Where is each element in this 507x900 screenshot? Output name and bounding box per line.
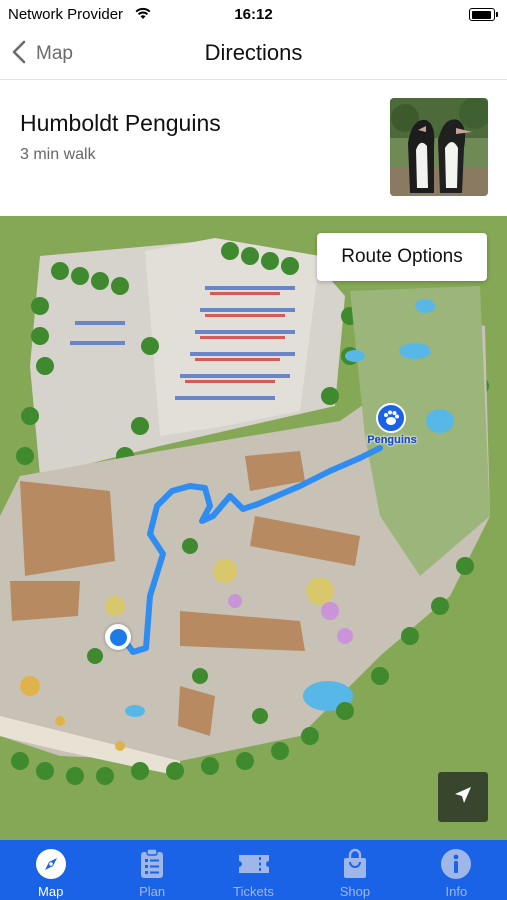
tab-label: Shop (339, 884, 371, 899)
penguins-photo (390, 98, 488, 196)
compass-icon (34, 847, 68, 881)
tab-label: Info (445, 884, 468, 899)
route-options-button[interactable]: Route Options (317, 233, 487, 281)
tab-bar: Map Plan Tickets Shop Info (0, 840, 507, 900)
location-arrow-icon (453, 785, 473, 810)
walk-time: 3 min walk (20, 146, 96, 163)
tab-label: Map (38, 884, 64, 899)
shopping-bag-icon (338, 847, 372, 881)
destination-marker-label: Penguins (367, 434, 417, 446)
battery-icon (469, 8, 498, 21)
paw-icon (376, 403, 406, 438)
tab-info[interactable]: Info (406, 840, 507, 900)
tab-plan[interactable]: Plan (101, 840, 202, 900)
tab-label: Tickets (233, 884, 274, 899)
user-location-dot (105, 624, 131, 650)
checklist-icon (135, 847, 169, 881)
status-time: 16:12 (234, 6, 273, 23)
tab-shop[interactable]: Shop (304, 840, 405, 900)
map-illustration (0, 216, 507, 840)
destination-card: Humboldt Penguins 3 min walk (0, 80, 507, 216)
zoo-map[interactable]: Penguins Route Options (0, 216, 507, 840)
tab-label: Plan (139, 884, 166, 899)
page-title: Directions (204, 40, 303, 65)
info-icon (439, 847, 473, 881)
tab-tickets[interactable]: Tickets (203, 840, 304, 900)
status-bar: Network Provider 16:12 (0, 0, 507, 28)
tab-map[interactable]: Map (0, 840, 101, 900)
destination-marker[interactable]: Penguins (362, 403, 422, 453)
navigation-bar: Map Directions (0, 28, 507, 80)
ticket-icon (237, 847, 271, 881)
locate-me-button[interactable] (438, 772, 488, 822)
destination-name: Humboldt Penguins (20, 110, 221, 136)
